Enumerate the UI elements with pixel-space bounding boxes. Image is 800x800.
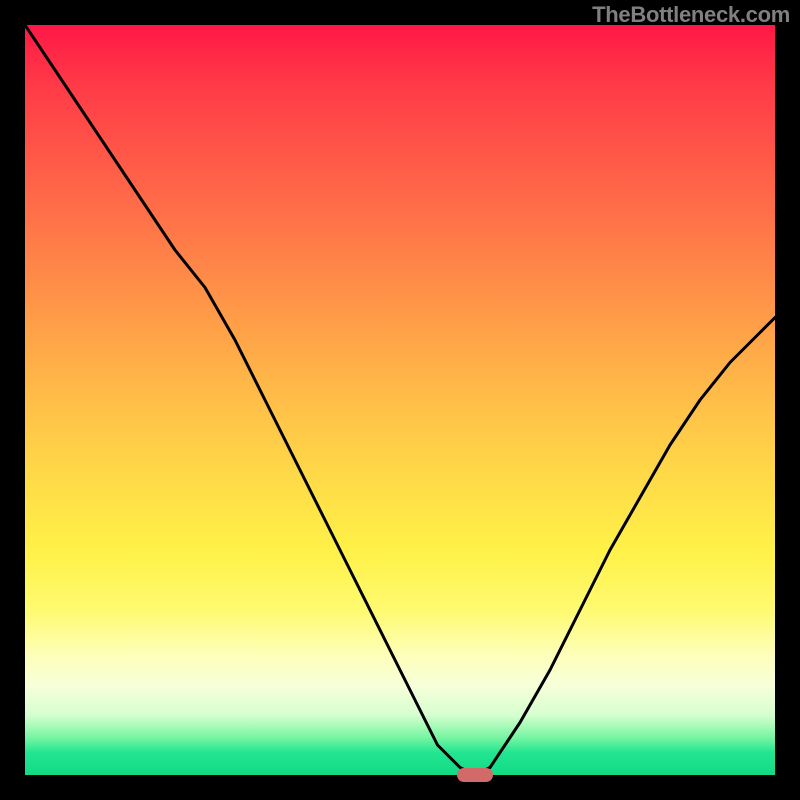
chart-frame: TheBottleneck.com	[0, 0, 800, 800]
bottleneck-curve	[25, 25, 775, 775]
minimum-marker	[457, 768, 493, 782]
plot-area	[25, 25, 775, 775]
